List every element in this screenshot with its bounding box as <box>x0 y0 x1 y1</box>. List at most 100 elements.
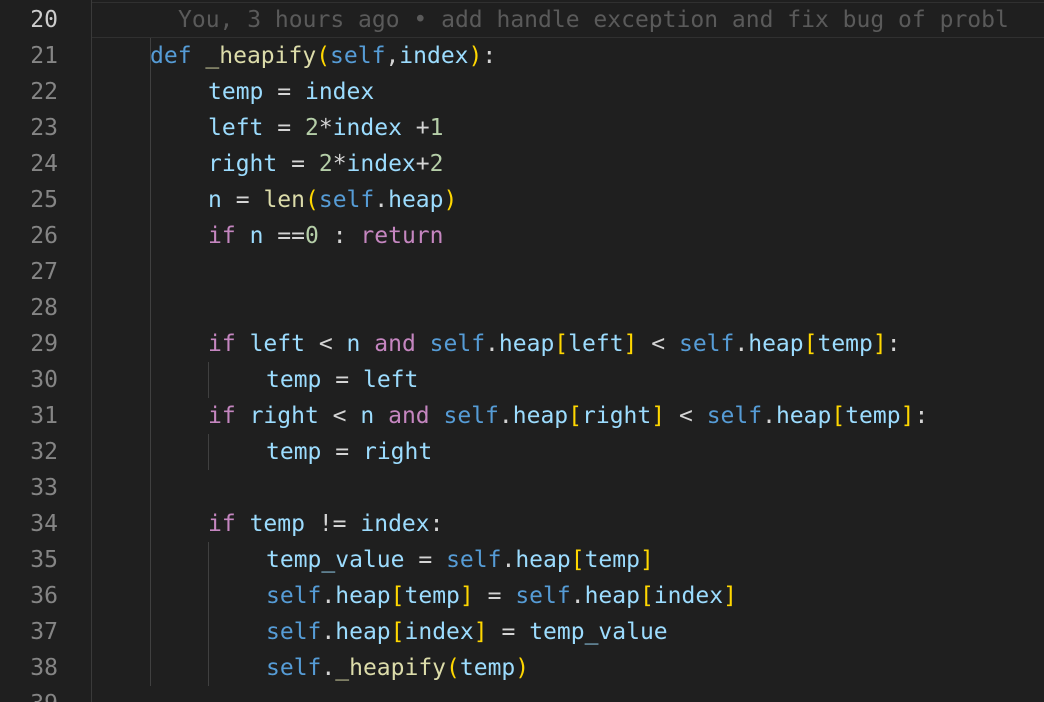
code-token: . <box>321 655 336 681</box>
code-area[interactable]: You, 3 hours ago • add handle exception … <box>92 2 1044 702</box>
code-token: _heapify <box>335 655 447 681</box>
line-numbers: 20 21 22 23 24 25 26 27 28 29 30 31 32 3… <box>0 2 58 702</box>
code-token: self <box>515 583 571 609</box>
line-number: 34 <box>30 511 58 537</box>
code-token: 0 <box>304 223 319 249</box>
code-token: self <box>318 187 375 213</box>
code-token: n <box>346 331 361 357</box>
code-token: temp <box>249 511 305 537</box>
line-number: 37 <box>30 619 58 645</box>
code-token: and <box>388 403 430 429</box>
code-token: + <box>415 151 430 177</box>
code-token: temp <box>266 439 322 465</box>
code-line[interactable] <box>92 470 1044 506</box>
code-token: . <box>498 403 513 429</box>
code-token: ( <box>446 655 460 681</box>
code-token: self <box>443 403 499 429</box>
code-line[interactable]: if n ==0 : return <box>92 218 1044 254</box>
code-token: self <box>330 43 386 69</box>
code-line[interactable]: temp = left <box>92 362 1044 398</box>
code-token: if <box>208 511 236 537</box>
code-line[interactable]: if temp != index: <box>92 506 1044 542</box>
code-token: heap <box>512 403 569 429</box>
code-token: ( <box>316 43 331 69</box>
code-token: 2 <box>304 115 319 141</box>
code-token: def <box>150 43 192 69</box>
line-number: 27 <box>30 259 58 285</box>
code-token: self <box>706 403 763 429</box>
code-line[interactable]: right = 2*index+2 <box>92 146 1044 182</box>
code-token: : <box>332 223 347 249</box>
code-token: left <box>249 331 305 357</box>
code-line[interactable]: if right < n and self.heap[right] < self… <box>92 398 1044 434</box>
code-token: [ <box>570 547 585 573</box>
code-token: . <box>762 403 776 429</box>
code-line[interactable]: def _heapify(self,index): <box>92 38 1044 74</box>
code-token: left <box>208 115 264 141</box>
line-number: 22 <box>30 79 58 105</box>
code-token: = <box>501 619 516 645</box>
code-token: index <box>332 115 402 141</box>
code-token: heap <box>335 583 391 609</box>
code-line[interactable]: self.heap[temp] = self.heap[index] <box>92 578 1044 614</box>
code-token: if <box>208 223 236 249</box>
line-number: 35 <box>30 547 58 573</box>
code-token: heap <box>498 331 555 357</box>
code-token: [ <box>803 331 818 357</box>
code-token: ) <box>515 655 530 681</box>
code-line[interactable]: left = 2*index +1 <box>92 110 1044 146</box>
code-line[interactable]: n = len(self.heap) <box>92 182 1044 218</box>
code-token: . <box>501 547 516 573</box>
code-token: index <box>653 583 724 609</box>
code-line[interactable] <box>92 686 1044 702</box>
code-line[interactable] <box>92 290 1044 326</box>
code-token: n <box>208 187 222 213</box>
code-line[interactable]: You, 3 hours ago • add handle exception … <box>92 2 1044 38</box>
code-token: temp <box>404 583 460 609</box>
code-token: and <box>374 331 416 357</box>
line-number: 36 <box>30 583 58 609</box>
code-line[interactable]: temp_value = self.heap[temp] <box>92 542 1044 578</box>
code-line[interactable]: if left < n and self.heap[left] < self.h… <box>92 326 1044 362</box>
code-token: = <box>235 187 250 213</box>
code-token: = <box>291 151 305 177</box>
code-line[interactable]: self.heap[index] = temp_value <box>92 614 1044 650</box>
code-token: [ <box>639 583 654 609</box>
code-line[interactable]: temp = index <box>92 74 1044 110</box>
code-line[interactable]: temp = right <box>92 434 1044 470</box>
code-editor[interactable]: 20 21 22 23 24 25 26 27 28 29 30 31 32 3… <box>0 0 1044 702</box>
code-line[interactable] <box>92 254 1044 290</box>
code-line[interactable]: self._heapify(temp) <box>92 650 1044 686</box>
code-token: : <box>886 331 901 357</box>
code-token: . <box>734 331 749 357</box>
code-token: heap <box>775 403 832 429</box>
code-token: return <box>360 223 444 249</box>
line-number: 20 <box>30 7 58 33</box>
code-token: [ <box>831 403 846 429</box>
code-token: [ <box>390 583 405 609</box>
code-token: < <box>332 403 347 429</box>
code-token: temp <box>459 655 516 681</box>
